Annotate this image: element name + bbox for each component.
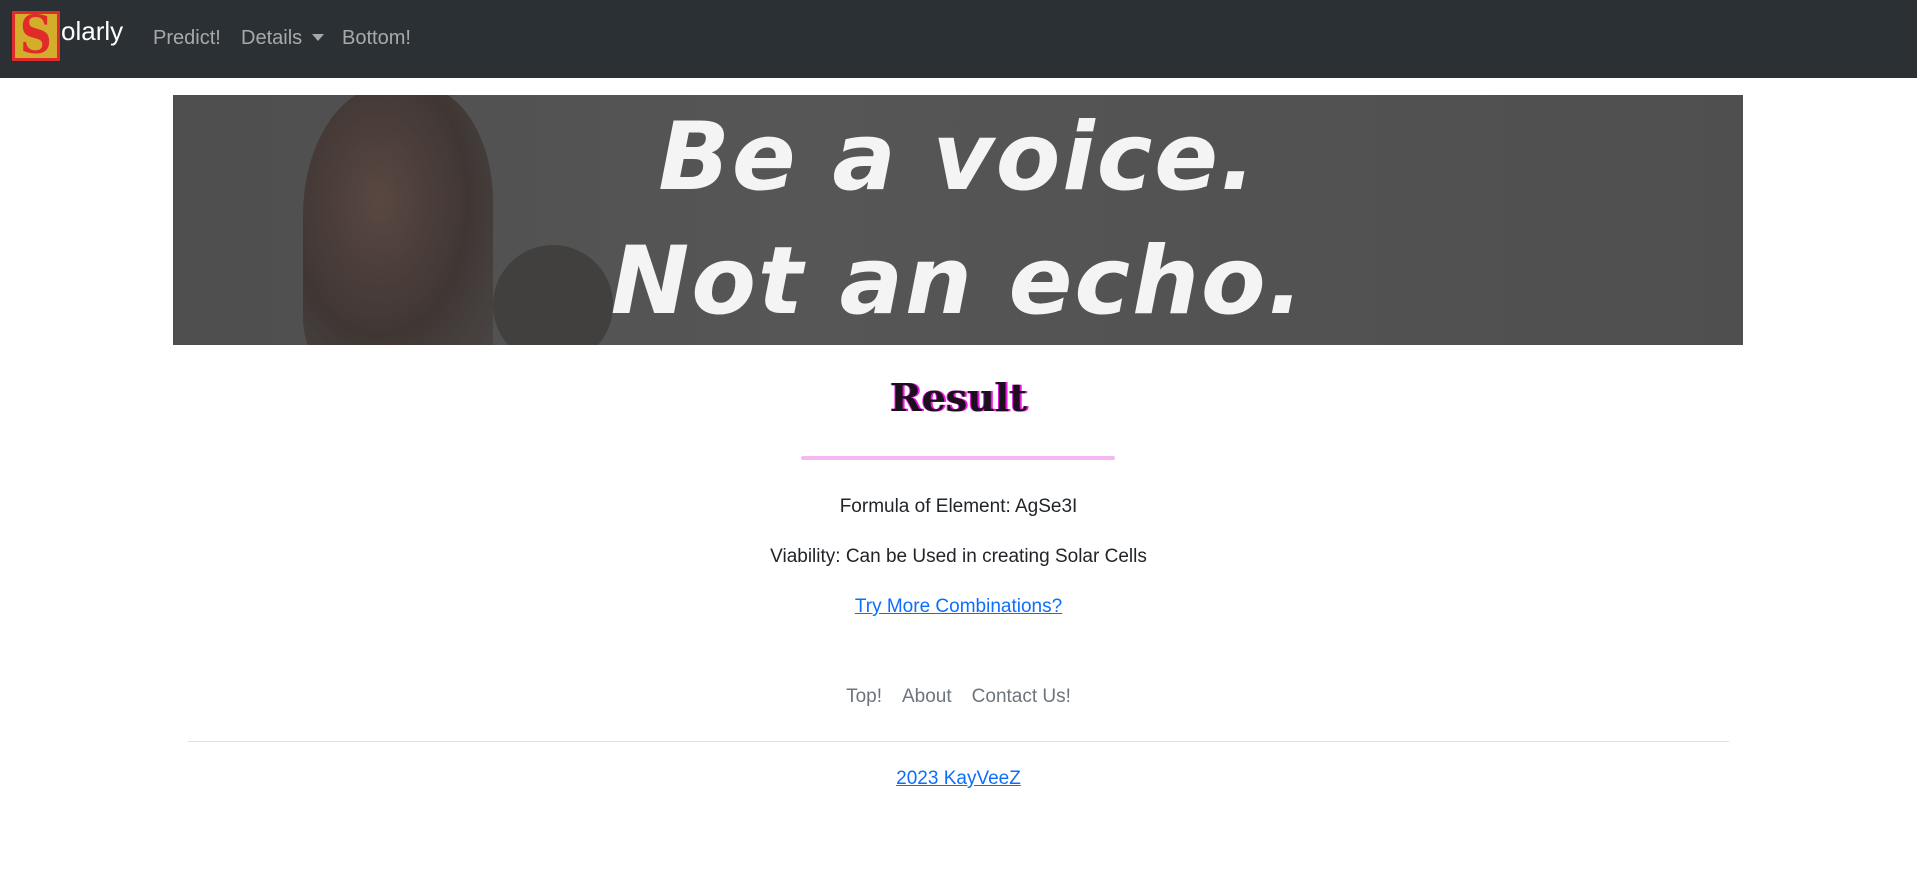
formula-text: Formula of Element: AgSe3I: [839, 496, 1078, 517]
footer-divider: [188, 741, 1729, 742]
nav-details-label: Details: [241, 27, 303, 49]
copyright-row: 2023 KayVeeZ: [0, 766, 1917, 792]
footer-nav: Top! About Contact Us!: [0, 684, 1917, 710]
more-combinations-row: Try More Combinations?: [0, 594, 1917, 620]
viability-text: Viability: Can be Used in creating Solar…: [770, 546, 1147, 567]
copyright-link[interactable]: 2023 KayVeeZ: [896, 768, 1021, 789]
banner-quote-line-2: Not an echo.: [610, 227, 1306, 336]
solarly-logo-icon: S: [12, 11, 60, 61]
banner-quote-line-1: Be a voice.: [658, 103, 1258, 212]
footer-top-link[interactable]: Top!: [846, 684, 882, 710]
footer-about-link[interactable]: About: [902, 684, 952, 710]
navbar: S olarly Predict! Details Bottom!: [0, 0, 1917, 78]
footer-contact-link[interactable]: Contact Us!: [972, 684, 1071, 710]
logo-letter: S: [20, 11, 52, 61]
nav-predict-link[interactable]: Predict!: [153, 24, 221, 52]
result-heading: Result: [890, 375, 1027, 420]
brand-link[interactable]: S olarly: [12, 10, 123, 62]
result-divider: [801, 456, 1115, 460]
nav-details-dropdown[interactable]: Details: [241, 24, 325, 52]
banner-image: Be a voice. Not an echo.: [173, 95, 1743, 345]
try-more-combinations-link[interactable]: Try More Combinations?: [855, 596, 1062, 617]
brand-name: olarly: [61, 15, 124, 46]
nav-bottom-link[interactable]: Bottom!: [342, 24, 411, 52]
chevron-down-icon: [312, 33, 325, 41]
